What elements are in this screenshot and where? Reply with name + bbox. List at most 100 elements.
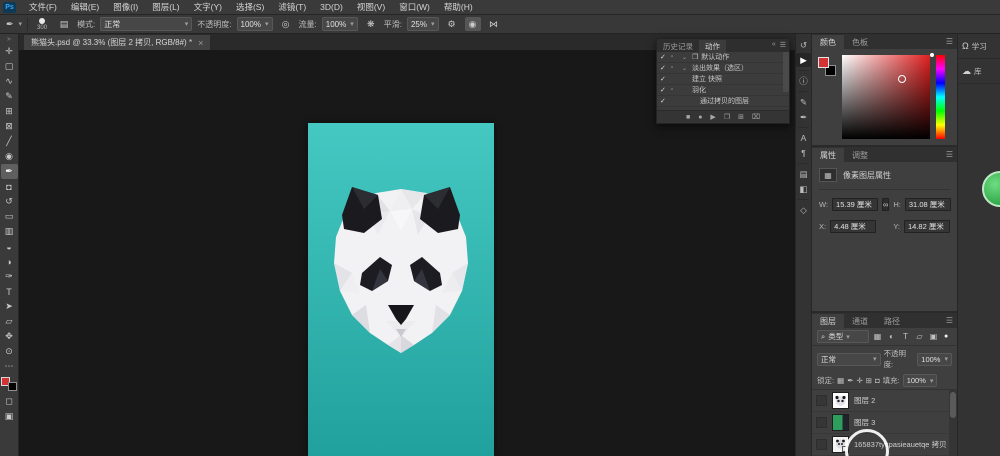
action-row[interactable]: ✓ 通过拷贝的图层 bbox=[657, 96, 789, 107]
menu-window[interactable]: 窗口(W) bbox=[392, 0, 437, 15]
new-action-icon[interactable]: ⊞ bbox=[738, 113, 744, 121]
eraser-tool[interactable]: ▭ bbox=[1, 209, 18, 224]
check-icon[interactable]: ✓ bbox=[660, 53, 668, 61]
panel-menu-icon[interactable]: ☰ bbox=[946, 150, 953, 159]
adjustment-filter-icon[interactable]: ◐ bbox=[886, 332, 897, 341]
toolbar-handle-icon[interactable]: » bbox=[7, 36, 11, 44]
menu-type[interactable]: 文字(Y) bbox=[187, 0, 229, 15]
screen-mode-icon[interactable]: ▣ bbox=[1, 409, 18, 424]
document-canvas[interactable] bbox=[308, 123, 494, 456]
rectangular-marquee-tool[interactable]: ▢ bbox=[1, 59, 18, 74]
dialog-toggle-icon[interactable]: ▫ bbox=[671, 65, 679, 71]
lock-position-icon[interactable]: ✛ bbox=[856, 376, 862, 385]
actions-scrollbar[interactable] bbox=[783, 52, 789, 92]
layer-filter-select[interactable]: ⌕ 类型 ▾ bbox=[817, 330, 869, 343]
tab-paths[interactable]: 路径 bbox=[876, 314, 908, 328]
blend-mode-select[interactable]: 正常 ▾ bbox=[100, 17, 192, 31]
history-panel-icon[interactable]: ↺ bbox=[796, 38, 811, 52]
link-dimensions-icon[interactable]: ∞ bbox=[882, 198, 889, 211]
smoothing-gear-icon[interactable]: ⚙ bbox=[444, 17, 460, 31]
3d-panel-icon[interactable]: ◇ bbox=[796, 203, 811, 217]
flow-select[interactable]: 100% ▾ bbox=[322, 17, 358, 31]
brush-tool[interactable]: ✒ bbox=[1, 164, 18, 179]
menu-3d[interactable]: 3D(D) bbox=[313, 0, 350, 15]
panel-menu-icon[interactable]: ☰ bbox=[946, 316, 953, 325]
tab-swatches[interactable]: 色板 bbox=[844, 35, 876, 49]
document-tab[interactable]: 熊猫头.psd @ 33.3% (图层 2 拷贝, RGB/8#) * × bbox=[24, 35, 210, 50]
pixel-filter-icon[interactable]: ▦ bbox=[872, 332, 883, 341]
visibility-toggle-icon[interactable] bbox=[816, 417, 827, 428]
close-tab-icon[interactable]: × bbox=[198, 38, 203, 48]
hue-slider-marker-icon[interactable] bbox=[930, 53, 934, 57]
height-field[interactable]: 31.08 厘米 bbox=[905, 198, 951, 211]
actions-panel-icon[interactable]: ▶ bbox=[796, 53, 811, 67]
type-filter-icon[interactable]: T bbox=[900, 332, 911, 341]
visibility-toggle-icon[interactable] bbox=[816, 395, 827, 406]
tab-properties[interactable]: 属性 bbox=[812, 148, 844, 162]
layer-row[interactable]: 图层 2 bbox=[812, 390, 957, 412]
shape-filter-icon[interactable]: ▱ bbox=[914, 332, 925, 341]
record-icon[interactable]: ● bbox=[698, 114, 702, 121]
clone-stamp-tool[interactable]: ◘ bbox=[1, 179, 18, 194]
libraries-panel-item[interactable]: ☁ 库 bbox=[958, 59, 1000, 84]
action-row[interactable]: ✓ 建立 快照 bbox=[657, 74, 789, 85]
layer-opacity-select[interactable]: 100% ▾ bbox=[917, 353, 952, 366]
menu-file[interactable]: 文件(F) bbox=[22, 0, 64, 15]
action-row[interactable]: ✓ ▫ ⌄ ❐ 默认动作 bbox=[657, 52, 789, 63]
hand-tool[interactable]: ✥ bbox=[1, 329, 18, 344]
layer-thumbnail[interactable] bbox=[832, 392, 849, 409]
smart-object-filter-icon[interactable]: ▣ bbox=[928, 332, 939, 341]
menu-filter[interactable]: 滤镜(T) bbox=[271, 0, 313, 15]
brush-settings-panel-icon[interactable]: ✎ bbox=[796, 95, 811, 109]
edit-toolbar-icon[interactable]: ⋯ bbox=[1, 359, 18, 374]
pressure-opacity-icon[interactable]: ◎ bbox=[278, 17, 294, 31]
check-icon[interactable]: ✓ bbox=[660, 75, 668, 83]
lasso-tool[interactable]: ∿ bbox=[1, 74, 18, 89]
frame-tool[interactable]: ⊠ bbox=[1, 119, 18, 134]
play-icon[interactable]: ▶ bbox=[710, 113, 715, 121]
tab-history[interactable]: 历史记录 bbox=[657, 40, 699, 52]
expand-icon[interactable]: ⌄ bbox=[682, 65, 689, 72]
dialog-toggle-icon[interactable]: ▫ bbox=[671, 54, 679, 60]
pen-tool[interactable]: ✑ bbox=[1, 269, 18, 284]
brush-size-preview[interactable]: 300 bbox=[33, 18, 51, 31]
hue-slider[interactable] bbox=[936, 55, 945, 139]
path-selection-tool[interactable]: ➤ bbox=[1, 299, 18, 314]
brush-presets-panel-icon[interactable]: ✒ bbox=[796, 110, 811, 124]
action-row[interactable]: ✓ ▫ 羽化 bbox=[657, 85, 789, 96]
dialog-toggle-icon[interactable]: ▫ bbox=[671, 87, 679, 93]
stop-playing-icon[interactable]: ■ bbox=[686, 114, 690, 121]
lock-artboard-icon[interactable]: ⊞ bbox=[866, 376, 872, 385]
tab-channels[interactable]: 通道 bbox=[844, 314, 876, 328]
paragraph-panel-icon[interactable]: ¶ bbox=[796, 146, 811, 160]
layer-fill-select[interactable]: 100% ▾ bbox=[903, 374, 938, 387]
layers-scrollbar[interactable] bbox=[949, 390, 957, 456]
brush-tool-preset-icon[interactable]: ✒ bbox=[6, 19, 14, 30]
dodge-tool[interactable]: ◑ bbox=[1, 254, 18, 269]
menu-image[interactable]: 图像(I) bbox=[106, 0, 145, 15]
character-panel-icon[interactable]: A bbox=[796, 131, 811, 145]
opacity-select[interactable]: 100% ▾ bbox=[237, 17, 273, 31]
tab-actions[interactable]: 动作 bbox=[699, 40, 726, 52]
tab-color[interactable]: 颜色 bbox=[812, 35, 844, 49]
x-field[interactable]: 4.48 厘米 bbox=[830, 220, 876, 233]
blur-tool[interactable]: ◒ bbox=[1, 239, 18, 254]
menu-edit[interactable]: 编辑(E) bbox=[64, 0, 106, 15]
menu-select[interactable]: 选择(S) bbox=[229, 0, 271, 15]
action-row[interactable]: ✓ ▫ ⌄ 淡出效果（选区） bbox=[657, 63, 789, 74]
type-tool[interactable]: T bbox=[1, 284, 18, 299]
pressure-size-icon[interactable]: ◉ bbox=[465, 17, 481, 31]
smoothing-select[interactable]: 25% ▾ bbox=[407, 17, 439, 31]
libraries-panel-icon[interactable]: ▤ bbox=[796, 167, 811, 181]
spot-healing-tool[interactable]: ◉ bbox=[1, 149, 18, 164]
airbrush-icon[interactable]: ❋ bbox=[363, 17, 379, 31]
saturation-brightness-field[interactable] bbox=[842, 55, 930, 139]
check-icon[interactable]: ✓ bbox=[660, 64, 668, 72]
color-picker-ring-icon[interactable] bbox=[898, 75, 906, 83]
crop-tool[interactable]: ⊞ bbox=[1, 104, 18, 119]
tab-adjustments[interactable]: 调整 bbox=[844, 148, 876, 162]
visibility-toggle-icon[interactable] bbox=[816, 439, 827, 450]
panel-menu-icon[interactable]: ☰ bbox=[946, 37, 953, 46]
new-group-icon[interactable]: ❐ bbox=[724, 113, 730, 121]
y-field[interactable]: 14.82 厘米 bbox=[904, 220, 950, 233]
